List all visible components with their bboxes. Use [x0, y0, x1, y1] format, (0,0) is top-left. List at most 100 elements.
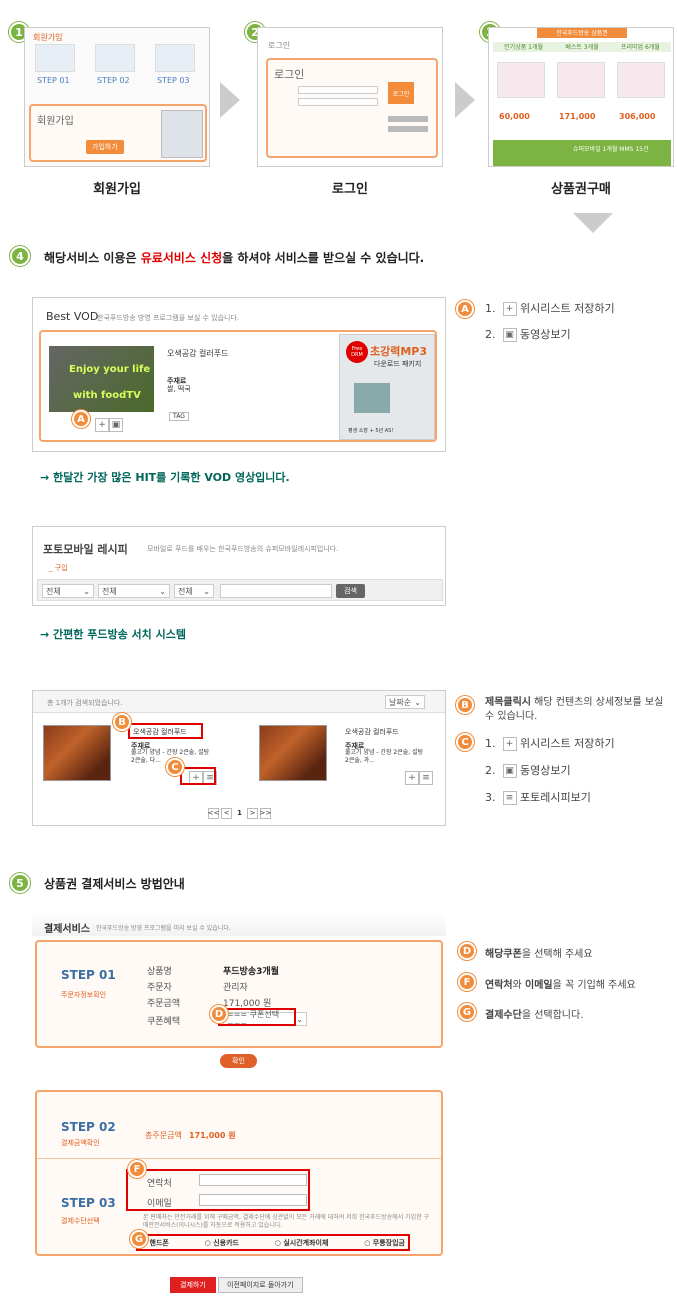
mp3-ad-banner[interactable]: Free DRM 초강력MP3 다운로드 패키지 평생 소장 + 5년 AS!: [339, 334, 435, 440]
login-button[interactable]: 로그인: [388, 82, 414, 104]
voucher-tab-2[interactable]: 베스트 3개월: [565, 42, 598, 52]
vod-box: Enjoy your life with foodTV + ▣ 오색공감 컬러푸드…: [39, 330, 437, 442]
mobile-subtitle: 모바일로 푸드를 배우는 한국푸드방송의 슈퍼모바일레시피입니다.: [147, 545, 339, 553]
wishlist-add-icon[interactable]: +: [95, 418, 109, 432]
voucher-tab-3[interactable]: 프리미엄 6개월: [621, 42, 660, 52]
legend-c-num-2: 2.: [485, 764, 496, 777]
row-coupon-label: 쿠폰혜택: [147, 1017, 181, 1027]
results-header: 총 1개가 검색되었습니다. 날짜순 ⌄: [33, 691, 445, 713]
vod-title: Best VOD: [46, 310, 99, 323]
signup-box: 회원가입 가입하기: [29, 104, 207, 162]
voucher-card-1: [497, 62, 545, 98]
mp3-ad-title: 초강력MP3: [370, 345, 428, 358]
login-pw-field[interactable]: [298, 98, 378, 106]
legend-a-item-1: 1. + 위시리스트 저장하기: [485, 300, 615, 316]
filter-select-3[interactable]: 전체 ⌄: [174, 584, 214, 598]
payment-subtitle: 한국푸드방송 방영 프로그램을 미리 보실 수 있습니다.: [96, 925, 231, 932]
filter-select-2[interactable]: 전체 ⌄: [98, 584, 170, 598]
step-illustration-1: [35, 44, 75, 72]
legend-d-rest: 을 선택해 주세요: [521, 949, 593, 960]
row-orderer-label: 주문자: [147, 983, 172, 993]
vod-note: → 한달간 가장 많은 HIT를 기록한 VOD 영상입니다.: [40, 471, 290, 484]
vod-video-thumb[interactable]: Enjoy your life with foodTV: [49, 346, 154, 412]
chevron-down-icon: ⌄: [296, 1014, 303, 1024]
mobile-search-button[interactable]: 검색: [336, 584, 365, 598]
mobile-filter-bar: 전체 ⌄ 전체 ⌄ 전체 ⌄ 검색: [37, 579, 443, 601]
signup-screenshot: 회원가입 STEP 01 STEP 02 STEP 03 회원가입 가입하기: [24, 27, 210, 167]
marker-f: F: [128, 1160, 146, 1178]
payment-title: 결제서비스: [44, 924, 90, 935]
page-next-button[interactable]: >: [247, 807, 258, 819]
step-label-2: STEP 02: [97, 76, 130, 85]
row-product-value: 푸드방송3개월: [223, 967, 279, 977]
result-1-image[interactable]: [43, 725, 111, 781]
highlight-box-d: [218, 1008, 296, 1026]
legend-f-text: 연락처와 이메일을 꼭 기입해 주세요: [485, 976, 636, 991]
vod-tag[interactable]: TAG: [169, 412, 189, 421]
filter-select-1[interactable]: 전체 ⌄: [42, 584, 94, 598]
legend-c-label-3: 포토레시피보기: [520, 791, 591, 804]
confirm-button[interactable]: 확인: [220, 1054, 257, 1068]
photo-recipe-icon[interactable]: ≡: [419, 771, 433, 785]
step-3-caption: 상품권구매: [551, 182, 611, 197]
result-2-image[interactable]: [259, 725, 327, 781]
results-count: 총 1개가 검색되었습니다.: [47, 699, 123, 707]
legend-a-marker: A: [456, 300, 474, 318]
pay-button[interactable]: 결제하기: [170, 1277, 216, 1293]
results-panel: 총 1개가 검색되었습니다. 날짜순 ⌄ 오색공감 컬러푸드 주재료 불고기 양념…: [32, 690, 446, 826]
signup-button[interactable]: 가입하기: [86, 140, 124, 154]
wishlist-add-icon[interactable]: +: [405, 771, 419, 785]
video-play-icon: ▣: [502, 328, 517, 342]
signup-box-title: 회원가입: [37, 116, 74, 127]
pagination: << <1 > >>: [207, 805, 272, 819]
legend-b-text: 제목클릭시 해당 컨텐츠의 상세정보를 보실 수 있습니다.: [485, 696, 675, 724]
page-first-button[interactable]: <<: [208, 807, 219, 819]
legend-b-bold: 제목클릭시: [485, 697, 531, 708]
mobile-title: 포토모바일 레시피: [43, 543, 128, 556]
page-last-button[interactable]: >>: [260, 807, 271, 819]
page-prev-button[interactable]: <: [221, 807, 232, 819]
find-pw-button[interactable]: [388, 126, 428, 132]
best-vod-panel: Best VOD 한국푸드방송 방영 프로그램을 보실 수 있습니다. Enjo…: [32, 297, 446, 452]
filter-select-3-value: 전체: [178, 586, 193, 596]
result-2-title[interactable]: 오색공감 컬러푸드: [345, 727, 399, 737]
arrow-right-1: [220, 82, 240, 118]
legend-f-bold2: 이메일: [525, 980, 553, 991]
legend-d-bold: 해당쿠폰: [485, 949, 522, 960]
payment-header: 결제서비스 한국푸드방송 방영 프로그램을 미리 보실 수 있습니다.: [32, 912, 446, 936]
legend-f-bold: 연락처: [485, 980, 513, 991]
step-illustration-2: [95, 44, 135, 72]
sort-select[interactable]: 날짜순 ⌄: [385, 695, 425, 709]
vod-subtitle: 한국푸드방송 방영 프로그램을 보실 수 있습니다.: [97, 314, 240, 322]
marker-g: G: [130, 1230, 148, 1248]
voucher-card-3: [617, 62, 665, 98]
page-current[interactable]: 1: [234, 807, 245, 819]
login-box: 로그인 로그인: [266, 58, 438, 158]
login-id-field[interactable]: [298, 86, 378, 94]
video-play-icon[interactable]: ▣: [109, 418, 123, 432]
mp3-player-image: [354, 383, 390, 413]
filter-select-1-value: 전체: [46, 586, 61, 596]
login-inner-label: 로그인: [268, 41, 291, 50]
signup-inner-title: 회원가입: [33, 33, 63, 42]
filter-select-2-value: 전체: [102, 586, 117, 596]
mobile-search-input[interactable]: [220, 584, 332, 598]
mobile-note: → 간편한 푸드방송 서치 시스템: [40, 628, 186, 641]
arrow-down: [573, 213, 613, 233]
row-amount-label: 주문금액: [147, 999, 181, 1009]
legend-f-marker: F: [458, 973, 476, 991]
arrow-right-2: [455, 82, 475, 118]
step-label-1: STEP 01: [37, 76, 70, 85]
section-4-text-pre: 해당서비스 이용은: [44, 251, 141, 265]
back-button[interactable]: 이전페이지로 돌아가기: [218, 1277, 303, 1293]
divider: [37, 1158, 441, 1159]
vod-item-title[interactable]: 오색공감 컬러푸드: [167, 348, 228, 359]
voucher-tabs: 인기상품 1개월 베스트 3개월 프리미엄 6개월: [493, 42, 671, 52]
voucher-tab-1[interactable]: 인기상품 1개월: [504, 42, 543, 52]
legend-f-rest: 을 꼭 기입해 주세요: [552, 980, 636, 991]
step-2-caption: 로그인: [332, 182, 368, 197]
legend-c-item-1: 1. + 위시리스트 저장하기: [485, 735, 615, 751]
highlight-box-f: [126, 1169, 310, 1211]
legend-g-marker: G: [458, 1003, 476, 1021]
find-id-button[interactable]: [388, 116, 428, 122]
